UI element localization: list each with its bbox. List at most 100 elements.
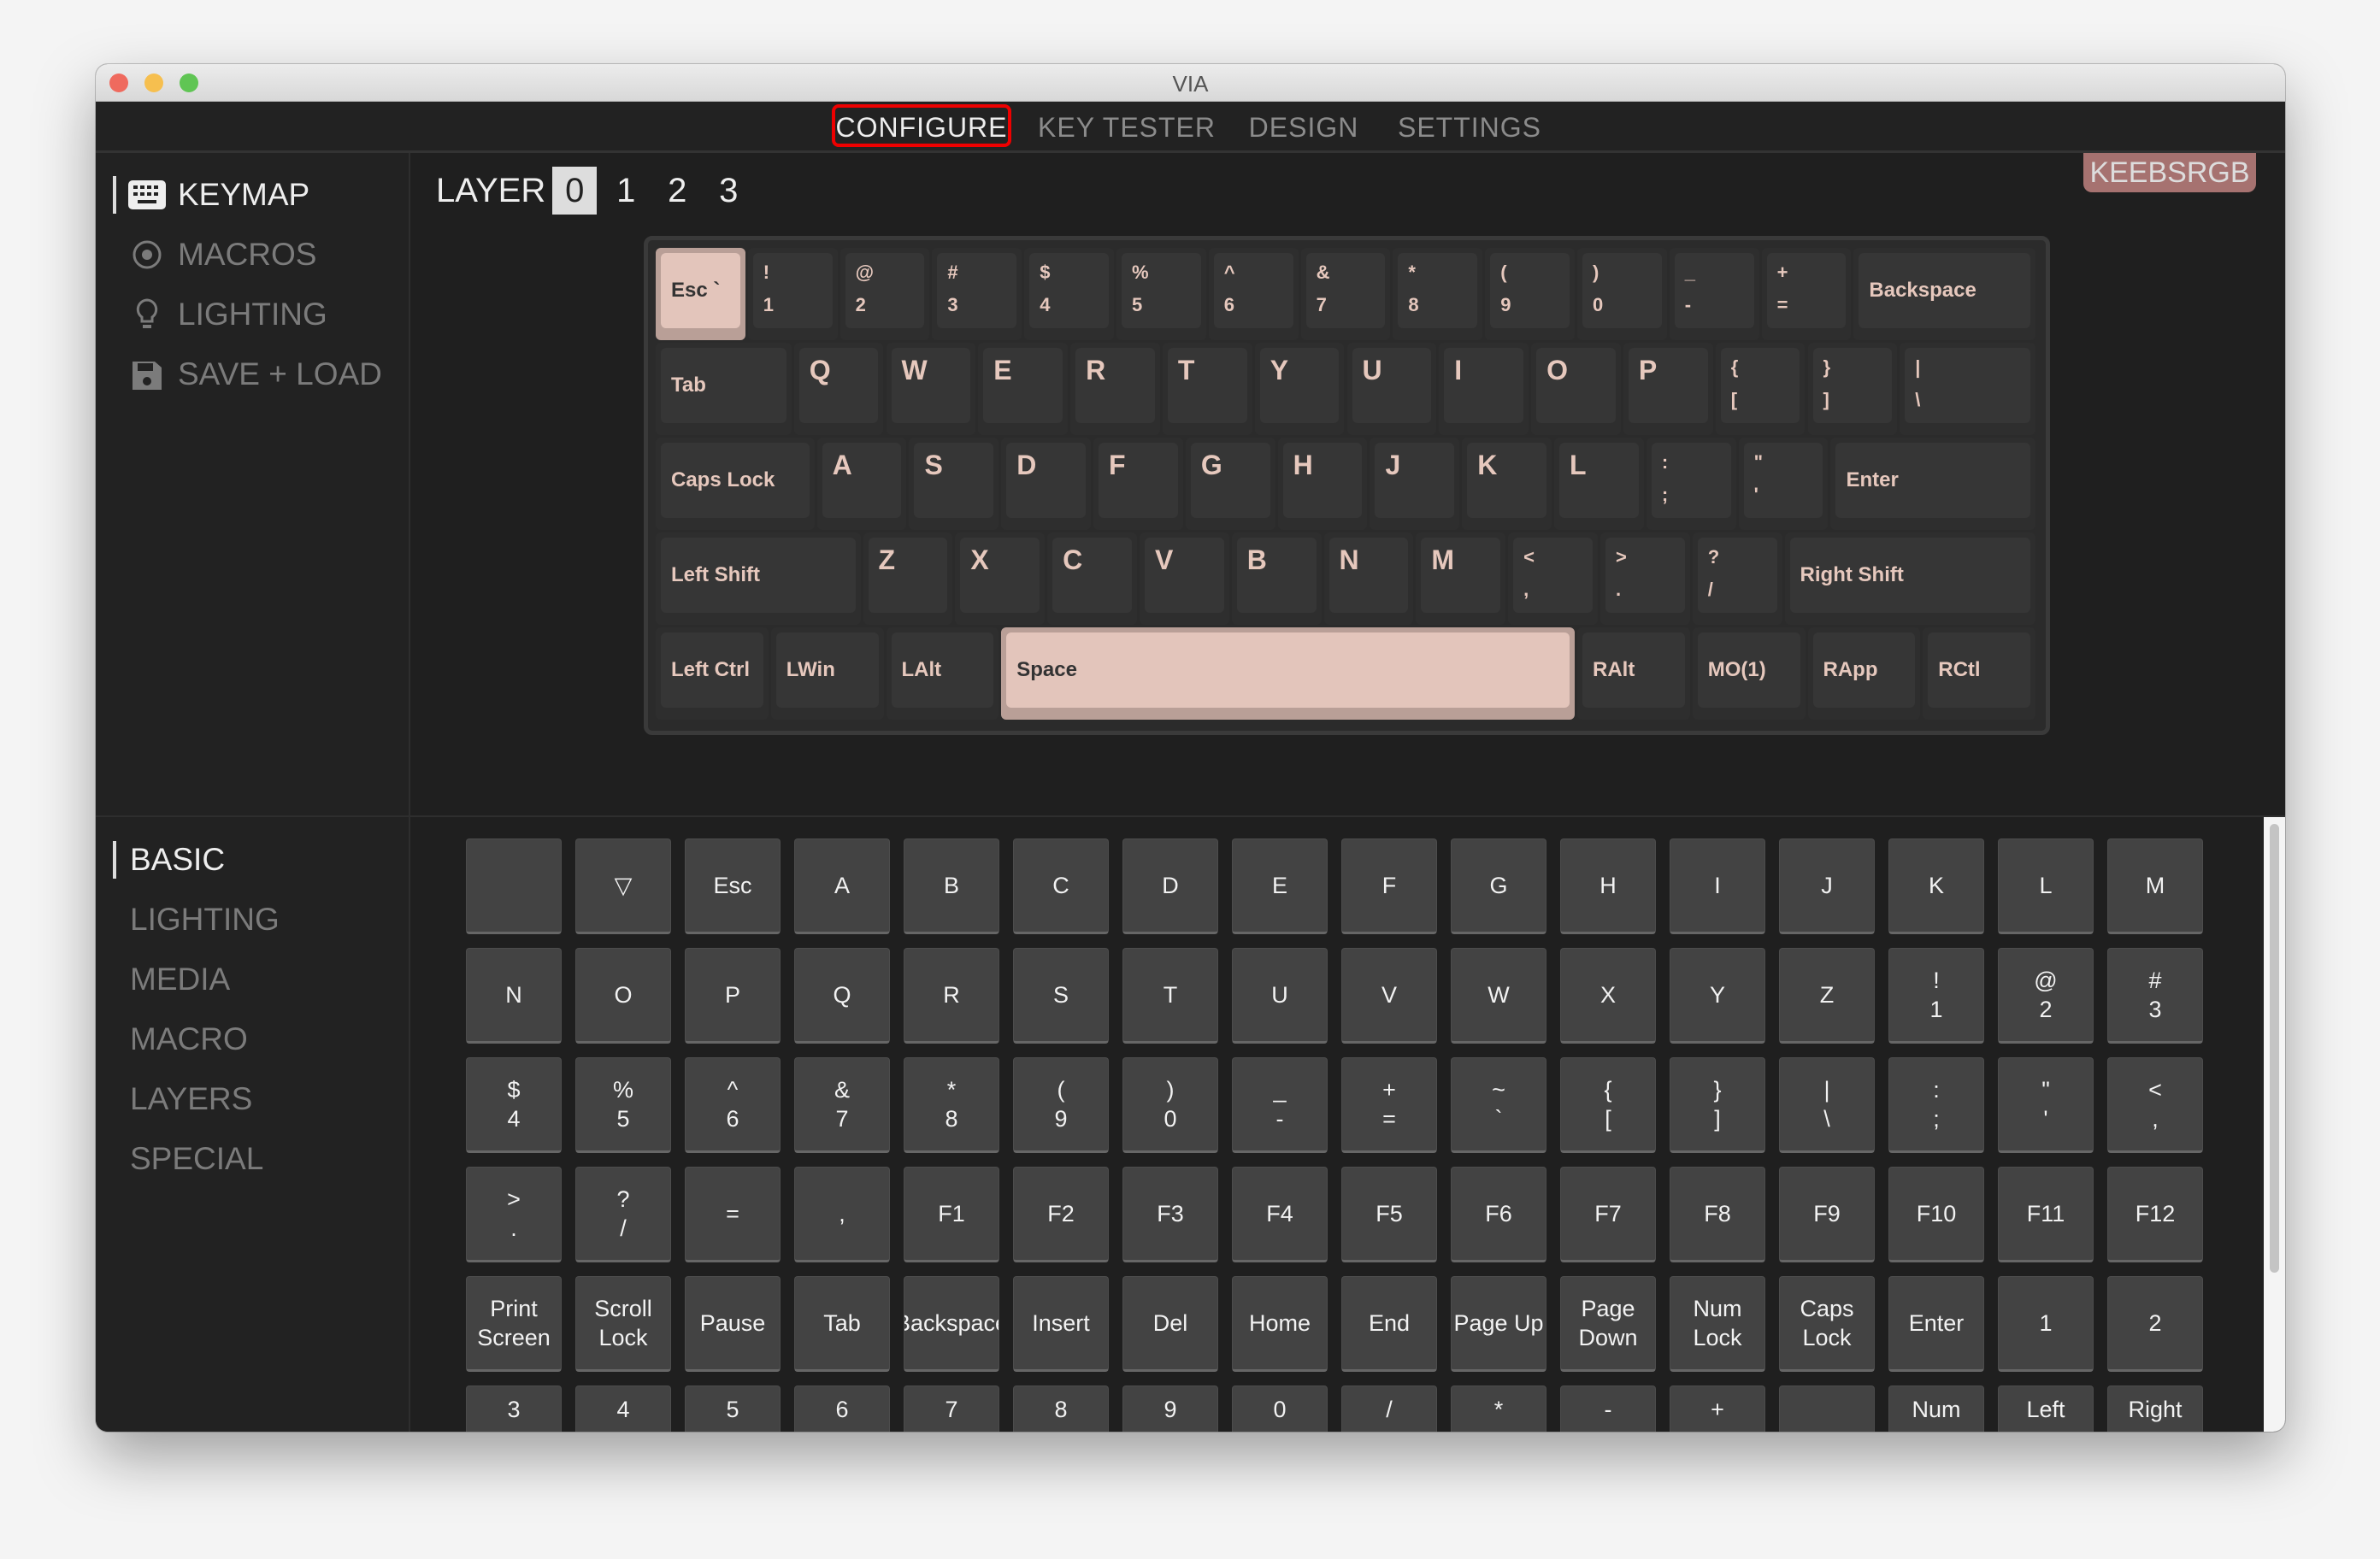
keycode-button[interactable]: Insert xyxy=(1013,1276,1109,1372)
keycode-button[interactable]: {[ xyxy=(1560,1057,1656,1153)
keycode-button[interactable]: }] xyxy=(1670,1057,1765,1153)
keycode-button[interactable]: ? / xyxy=(575,1167,671,1262)
category-basic[interactable]: BASIC xyxy=(130,834,225,885)
key[interactable]: & 7 xyxy=(1300,248,1391,340)
keycode-button[interactable]: B xyxy=(904,838,999,934)
key[interactable]: G xyxy=(1185,438,1275,530)
keycode-button[interactable]: (9 xyxy=(1013,1057,1109,1153)
key[interactable]: F xyxy=(1093,438,1183,530)
keycode-button[interactable]: * 8 xyxy=(904,1057,999,1153)
keycode-button[interactable]: V xyxy=(1341,948,1437,1044)
keycode-button[interactable]: * xyxy=(1451,1385,1546,1432)
keycode-button[interactable]: 1 xyxy=(1998,1276,2094,1372)
key[interactable]: W xyxy=(886,343,976,435)
key[interactable]: >. xyxy=(1599,532,1690,625)
keycode-button[interactable]: P xyxy=(685,948,781,1044)
tab-key-tester[interactable]: KEY TESTER xyxy=(1038,102,1216,153)
key[interactable]: C xyxy=(1047,532,1137,625)
keycode-button[interactable]: 7 xyxy=(904,1385,999,1432)
keycode-button[interactable]: K xyxy=(1888,838,1984,934)
layer-1-button[interactable]: 1 xyxy=(604,167,648,215)
key[interactable]: P xyxy=(1623,343,1713,435)
key[interactable]: J xyxy=(1370,438,1460,530)
key[interactable]: Right Shift xyxy=(1784,532,2035,625)
sidebar-item-keymap[interactable]: KEYMAP xyxy=(128,169,309,221)
category-layers[interactable]: LAYERS xyxy=(130,1074,252,1125)
sidebar-item-save-load[interactable]: SAVE + LOAD xyxy=(128,349,382,400)
key[interactable]: Y xyxy=(1254,343,1345,435)
keycode-button[interactable] xyxy=(466,838,562,934)
keycode-button[interactable]: F6 xyxy=(1451,1167,1546,1262)
keycode-button[interactable]: Del xyxy=(1122,1276,1218,1372)
key[interactable]: " ' xyxy=(1738,438,1829,530)
layer-2-button[interactable]: 2 xyxy=(655,167,699,215)
key[interactable]: + = xyxy=(1761,248,1852,340)
key[interactable]: A xyxy=(816,438,907,530)
keycode-button[interactable]: Right xyxy=(2107,1385,2203,1432)
keycode-button[interactable]: R xyxy=(904,948,999,1044)
keycode-button[interactable] xyxy=(1779,1385,1875,1432)
key[interactable]: T xyxy=(1162,343,1252,435)
keycode-button[interactable]: Page Down xyxy=(1560,1276,1656,1372)
keycode-button[interactable]: Caps Lock xyxy=(1779,1276,1875,1372)
keycode-button[interactable]: F12 xyxy=(2107,1167,2203,1262)
keycode-button[interactable]: >. xyxy=(466,1167,562,1262)
keycode-button[interactable]: Esc xyxy=(685,838,781,934)
keycode-button[interactable]: " ' xyxy=(1998,1057,2094,1153)
keycode-button[interactable]: Q xyxy=(794,948,890,1044)
key[interactable]: % 5 xyxy=(1116,248,1206,340)
keycode-button[interactable]: / xyxy=(1341,1385,1437,1432)
keycode-button[interactable]: S xyxy=(1013,948,1109,1044)
key[interactable]: Enter xyxy=(1830,438,2035,530)
key[interactable]: LAlt xyxy=(886,627,999,720)
key[interactable]: Backspace xyxy=(1853,248,2035,340)
keycode-button[interactable]: F7 xyxy=(1560,1167,1656,1262)
category-media[interactable]: MEDIA xyxy=(130,954,230,1005)
keycode-button[interactable]: % 5 xyxy=(575,1057,671,1153)
keycode-button[interactable]: F1 xyxy=(904,1167,999,1262)
key[interactable]: M xyxy=(1416,532,1506,625)
key[interactable]: H xyxy=(1277,438,1368,530)
category-lighting[interactable]: LIGHTING xyxy=(130,894,280,945)
key[interactable]: (9 xyxy=(1485,248,1575,340)
key[interactable]: Tab xyxy=(656,343,792,435)
key[interactable]: Left Ctrl xyxy=(656,627,769,720)
key[interactable]: L xyxy=(1554,438,1644,530)
sidebar-item-lighting[interactable]: LIGHTING xyxy=(128,289,327,340)
key[interactable]: Space xyxy=(1001,627,1575,720)
layer-0-button[interactable]: 0 xyxy=(552,167,598,215)
keycode-button[interactable]: | \ xyxy=(1779,1057,1875,1153)
keycode-button[interactable]: Enter xyxy=(1888,1276,1984,1372)
keycode-button[interactable]: , xyxy=(794,1167,890,1262)
key[interactable]: RCtl xyxy=(1923,627,2035,720)
key[interactable]: }] xyxy=(1807,343,1898,435)
keycode-button[interactable]: C xyxy=(1013,838,1109,934)
keycode-button[interactable]: F5 xyxy=(1341,1167,1437,1262)
keycode-button[interactable]: F4 xyxy=(1232,1167,1328,1262)
scrollbar-thumb[interactable] xyxy=(2270,824,2279,1273)
tab-settings[interactable]: SETTINGS xyxy=(1398,102,1541,153)
keycode-button[interactable]: A xyxy=(794,838,890,934)
key[interactable]: ^ 6 xyxy=(1208,248,1299,340)
keycode-button[interactable]: N xyxy=(466,948,562,1044)
keycode-button[interactable]: _ - xyxy=(1232,1057,1328,1153)
keycode-button[interactable]: G xyxy=(1451,838,1546,934)
keycode-button[interactable]: D xyxy=(1122,838,1218,934)
tab-design[interactable]: DESIGN xyxy=(1249,102,1359,153)
keycode-button[interactable]: :; xyxy=(1888,1057,1984,1153)
key[interactable]: @2 xyxy=(839,248,930,340)
keycode-button[interactable]: F11 xyxy=(1998,1167,2094,1262)
keycode-button[interactable]: End xyxy=(1341,1276,1437,1372)
keycode-button[interactable]: I xyxy=(1670,838,1765,934)
key[interactable]: N xyxy=(1323,532,1414,625)
key[interactable]: Q xyxy=(793,343,884,435)
keycode-button[interactable]: F3 xyxy=(1122,1167,1218,1262)
layer-3-button[interactable]: 3 xyxy=(706,167,751,215)
keycode-button[interactable]: F10 xyxy=(1888,1167,1984,1262)
key[interactable]: <, xyxy=(1508,532,1598,625)
keycode-button[interactable]: + xyxy=(1670,1385,1765,1432)
sidebar-item-macros[interactable]: MACROS xyxy=(128,229,316,280)
key[interactable]: ) 0 xyxy=(1577,248,1667,340)
keycode-button[interactable]: ^ 6 xyxy=(685,1057,781,1153)
key[interactable]: Esc ` xyxy=(656,248,745,340)
